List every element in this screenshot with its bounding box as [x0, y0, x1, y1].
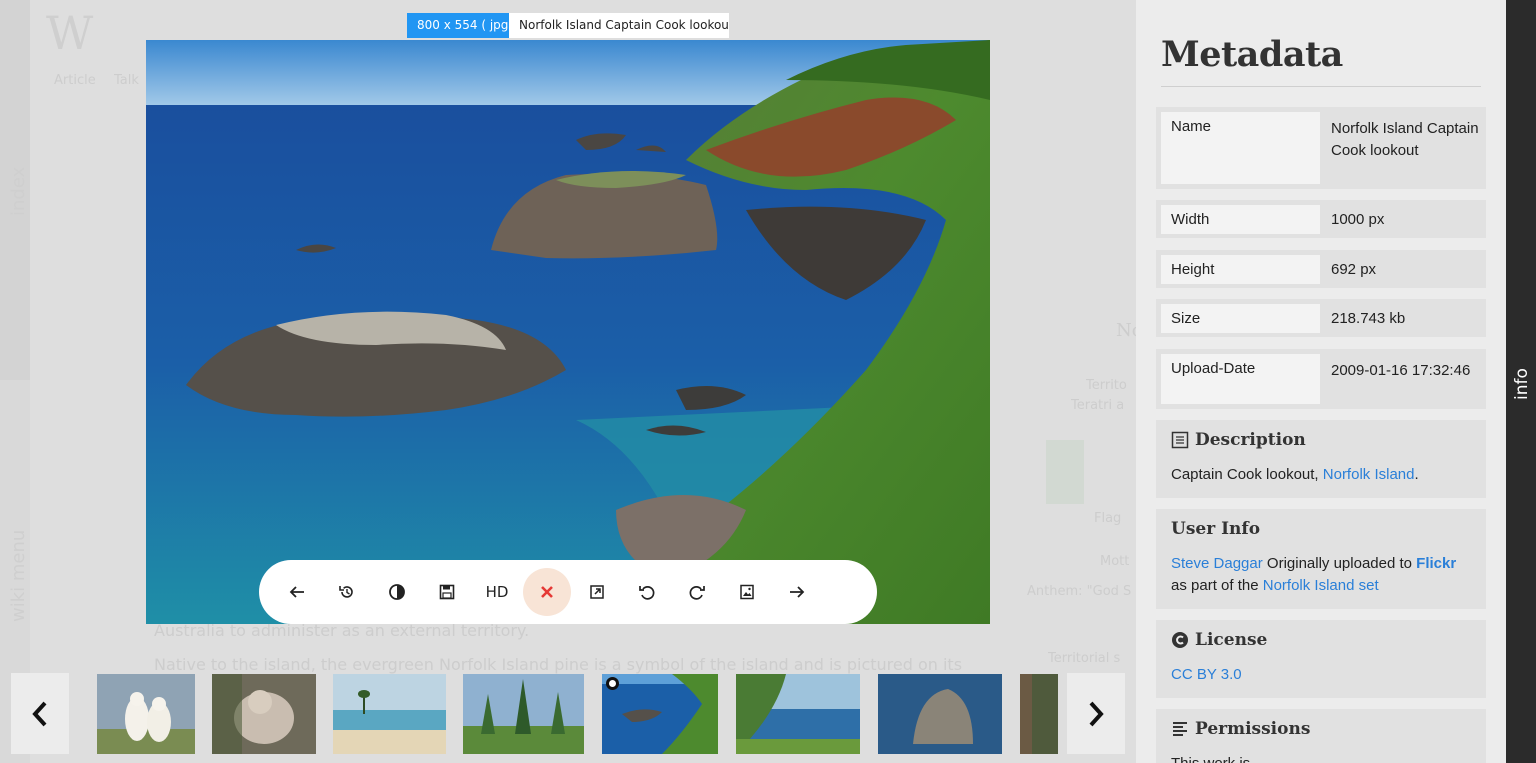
reset-icon[interactable] — [322, 567, 372, 617]
thumb-rock[interactable] — [878, 674, 1002, 754]
hd-button[interactable]: HD — [472, 567, 522, 617]
meta-key: Upload-Date — [1161, 354, 1320, 404]
next-image-button[interactable] — [1067, 673, 1125, 754]
panel-title: Metadata — [1161, 34, 1343, 75]
bg-flag-caption: Flag — [1094, 511, 1122, 526]
bg-territorial: Territorial s — [1048, 651, 1121, 666]
description-heading: Description — [1171, 430, 1471, 450]
thumb-gannets[interactable] — [97, 674, 195, 754]
meta-row-upload-date: Upload-Date 2009-01-16 17:32:46 — [1156, 349, 1486, 409]
prev-image-button[interactable] — [11, 673, 69, 754]
meta-row-size: Size 218.743 kb — [1156, 299, 1486, 337]
meta-row-height: Height 692 px — [1156, 250, 1486, 288]
meta-row-width: Width 1000 px — [1156, 200, 1486, 238]
bg-infobox-line-2: Teratri a — [1071, 398, 1125, 413]
chevron-right-icon — [1089, 701, 1104, 726]
meta-value: 2009-01-16 17:32:46 — [1331, 362, 1471, 379]
thumb-partial[interactable] — [1020, 674, 1058, 754]
bg-wiki-menu-label: wiki menu — [8, 529, 29, 622]
bg-infobox-title: No — [1116, 320, 1136, 341]
bg-tab-article: Article — [54, 73, 96, 88]
image-viewer-stage: index wiki menu W Article Talk Australia… — [0, 0, 1136, 763]
metadata-panel: Metadata Name Norfolk Island Captain Coo… — [1136, 0, 1506, 763]
bg-text-line-2: Native to the island, the evergreen Norf… — [154, 655, 963, 674]
meta-value: 1000 px — [1331, 211, 1385, 228]
image-title-label: Norfolk Island Captain Cook lookout... — [509, 13, 729, 38]
bg-flag — [1046, 440, 1084, 504]
save-icon[interactable] — [422, 567, 472, 617]
forward-arrow-icon[interactable] — [772, 567, 822, 617]
flickr-link[interactable]: Flickr — [1416, 555, 1456, 572]
creative-commons-icon — [1172, 632, 1188, 648]
permissions-text: This work is — [1171, 753, 1471, 763]
main-photo — [146, 40, 990, 624]
description-text: Captain Cook lookout, Norfolk Island. — [1171, 466, 1419, 483]
selected-indicator — [606, 677, 619, 690]
contrast-icon[interactable] — [372, 567, 422, 617]
viewer-toolbar: HD — [259, 560, 877, 624]
bg-tab-talk: Talk — [114, 73, 139, 88]
meta-key: Height — [1161, 255, 1320, 284]
norfolk-island-link[interactable]: Norfolk Island — [1323, 466, 1415, 483]
align-left-icon — [1173, 722, 1187, 736]
description-section: Description Captain Cook lookout, Norfol… — [1156, 420, 1486, 498]
author-link[interactable]: Steve Daggar — [1171, 555, 1263, 572]
info-tab-label[interactable]: info — [1512, 368, 1532, 400]
bg-infobox-line-1: Territo — [1086, 378, 1127, 393]
meta-key: Name — [1161, 112, 1320, 184]
back-arrow-icon[interactable] — [272, 567, 322, 617]
thumb-lookout[interactable] — [602, 674, 718, 754]
bg-anthem: Anthem: "God S — [1027, 584, 1132, 599]
license-heading: License — [1171, 630, 1471, 650]
meta-key: Width — [1161, 205, 1320, 234]
meta-value: 692 px — [1331, 261, 1377, 278]
permissions-section: Permissions This work is — [1156, 709, 1486, 763]
thumb-chick[interactable] — [212, 674, 316, 754]
rotate-left-icon[interactable] — [622, 567, 672, 617]
license-link[interactable]: CC BY 3.0 — [1171, 666, 1242, 683]
set-link[interactable]: Norfolk Island set — [1263, 577, 1379, 594]
user-info-heading: User Info — [1171, 519, 1261, 539]
document-icon — [1171, 431, 1189, 449]
panel-divider — [1161, 86, 1481, 87]
chevron-left-icon — [32, 701, 47, 726]
thumb-beach[interactable] — [333, 674, 446, 754]
thumb-coast[interactable] — [736, 674, 860, 754]
image-download-icon[interactable] — [722, 567, 772, 617]
meta-value: Norfolk Island Captain Cook lookout — [1331, 120, 1479, 159]
user-info-section: User Info Steve Daggar Originally upload… — [1156, 509, 1486, 609]
user-info-text: Steve Daggar Originally uploaded to Flic… — [1171, 555, 1457, 594]
license-section: License CC BY 3.0 — [1156, 620, 1486, 698]
meta-row-name: Name Norfolk Island Captain Cook lookout — [1156, 107, 1486, 189]
rotate-right-icon[interactable] — [672, 567, 722, 617]
open-external-icon[interactable] — [572, 567, 622, 617]
meta-value: 218.743 kb — [1331, 310, 1406, 327]
bg-motto: Mott — [1100, 554, 1130, 569]
close-icon[interactable] — [523, 568, 571, 616]
thumb-pines[interactable] — [463, 674, 584, 754]
bg-index-label: index — [8, 166, 29, 216]
permissions-heading: Permissions — [1171, 719, 1471, 739]
meta-key: Size — [1161, 304, 1320, 333]
bg-wiki-logo: W — [46, 6, 94, 60]
